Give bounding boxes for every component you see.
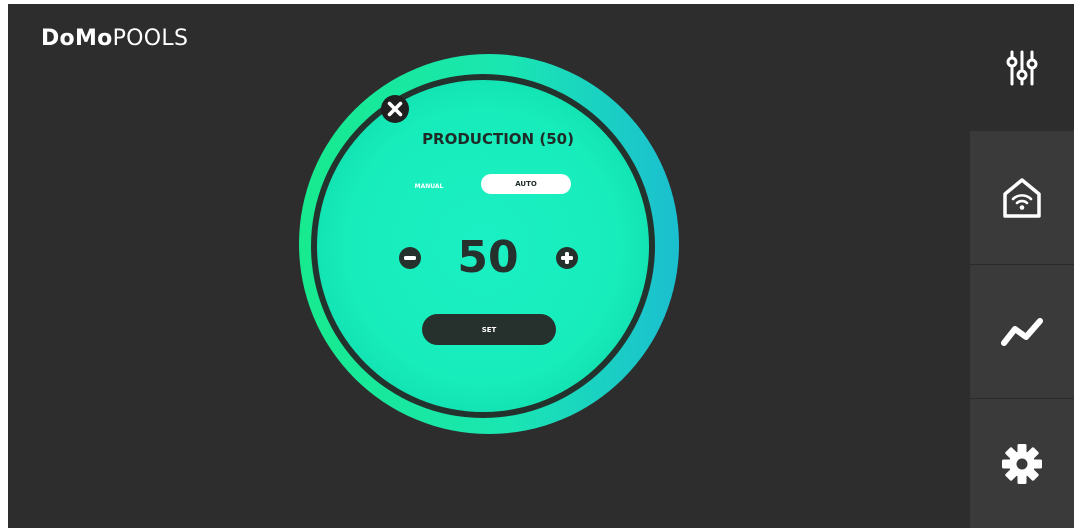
close-icon [381,95,409,123]
home-wifi-icon [1003,177,1041,218]
gear-icon [1002,443,1042,484]
minus-icon [399,247,421,269]
decrement-button[interactable] [399,247,421,269]
brand-light: POOLS [112,26,189,51]
close-button[interactable] [380,94,410,124]
mode-auto-toggle[interactable]: AUTO [481,174,571,194]
brand-bold: DoMo [41,26,113,51]
app-window: DoMoPOOLS PRODUCTION (50) MANUAL AUTO 50… [8,4,1074,528]
sidebar [970,4,1074,528]
production-value: 50 [457,232,519,283]
brand-logo: DoMoPOOLS [41,26,188,51]
dialog-title: PRODUCTION (50) [422,130,574,148]
sidebar-item-stats[interactable] [970,265,1074,399]
increment-button[interactable] [556,247,578,269]
plus-icon [556,247,578,269]
sidebar-item-home[interactable] [970,131,1074,265]
set-button[interactable]: SET [422,314,556,345]
trend-icon [1001,317,1043,346]
sidebar-item-controls[interactable] [970,4,1074,131]
sliders-icon [1006,50,1038,85]
sidebar-item-settings[interactable] [970,399,1074,528]
mode-manual-toggle[interactable]: MANUAL [400,176,458,196]
